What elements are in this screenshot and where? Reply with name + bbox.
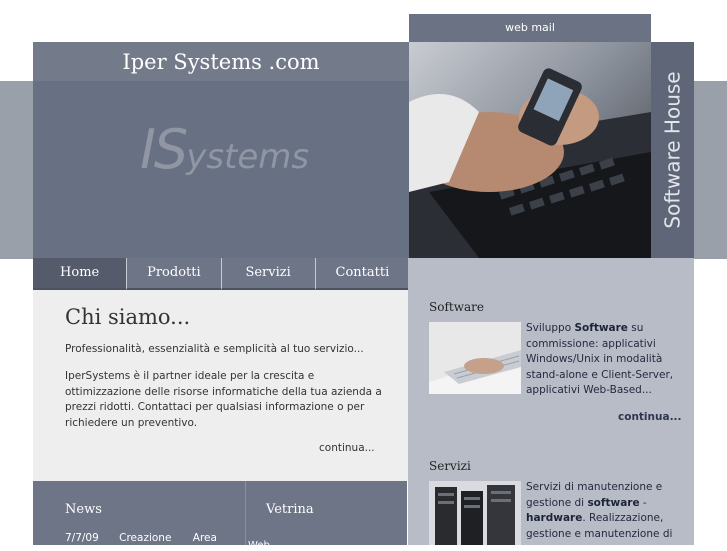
vetrina-text: Web... — [248, 540, 280, 551]
nav-home[interactable]: Home — [33, 258, 128, 290]
logo-initials: IS — [140, 118, 188, 181]
servizi-heading: Servizi — [429, 459, 471, 473]
news-word-1: Creazione — [119, 532, 172, 544]
keyboard-image — [429, 322, 521, 394]
laptop-phone-illustration — [409, 68, 651, 258]
news-word-2: Area — [192, 532, 217, 544]
software-description: Sviluppo Software su commissione: applic… — [526, 322, 674, 396]
software-thumbnail — [429, 322, 521, 394]
servizi-thumbnail — [429, 481, 521, 545]
software-heading: Software — [429, 300, 484, 314]
nav-contatti[interactable]: Contatti — [315, 258, 409, 290]
news-item[interactable]: 7/7/09 Creazione Area — [65, 532, 217, 544]
page-heading: Chi siamo... — [65, 305, 191, 329]
vetrina-heading: Vetrina — [266, 502, 314, 517]
body-text: IperSystems è il partner ideale per la c… — [65, 370, 382, 429]
software-continua-link[interactable]: continua... — [618, 411, 682, 423]
nav-servizi[interactable]: Servizi — [221, 258, 316, 290]
intro-text: Professionalità, essenzialità e semplici… — [65, 343, 364, 355]
logo-rest: ystems — [186, 137, 310, 177]
site-title: Iper Systems .com — [122, 50, 320, 74]
continua-link[interactable]: continua... — [319, 442, 375, 454]
side-label: Software House — [651, 42, 694, 258]
bottom-divider — [245, 481, 246, 545]
header-photo — [409, 42, 651, 258]
servizi-description: Servizi di manutenzione e gestione di so… — [526, 481, 673, 540]
news-heading: News — [65, 502, 102, 517]
webmail-link[interactable]: web mail — [409, 14, 651, 42]
news-date: 7/7/09 — [65, 532, 99, 544]
main-nav: Home Prodotti Servizi Contatti — [33, 258, 409, 290]
side-label-text: Software House — [660, 71, 685, 229]
nav-prodotti[interactable]: Prodotti — [127, 258, 222, 290]
logo: ISystems — [140, 118, 309, 181]
server-rack-image — [429, 481, 521, 545]
